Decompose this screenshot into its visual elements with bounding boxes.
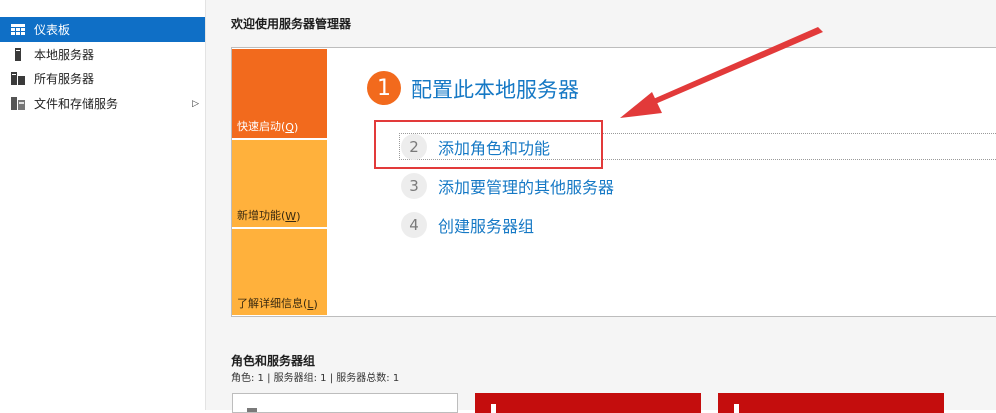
step-number-badge: 3 <box>401 173 427 199</box>
tile-label-suffix: ) <box>296 210 301 223</box>
step-1-configure-local-server-link[interactable]: 配置此本地服务器 <box>411 74 579 104</box>
dashboard-grid-icon <box>11 23 25 37</box>
tile-label: 新增功能( <box>237 209 286 222</box>
sidebar-item-label: 本地服务器 <box>34 48 95 62</box>
sidebar-item-all-servers[interactable]: 所有服务器 <box>0 66 205 91</box>
step-label: 添加要管理的其他服务器 <box>438 178 615 197</box>
annotation-highlight-box <box>374 120 603 169</box>
card-icon <box>247 408 257 412</box>
step-4-create-server-group-link[interactable]: 4 创建服务器组 <box>401 212 534 238</box>
tile-whats-new[interactable]: 新增功能(W) <box>232 140 327 227</box>
card-icon <box>734 404 739 413</box>
step-number-badge: 4 <box>401 212 427 238</box>
tile-quick-start[interactable]: 快速启动(Q) <box>232 49 327 138</box>
role-card[interactable] <box>232 393 458 413</box>
tile-label: 了解详细信息( <box>237 297 308 310</box>
roles-section-title: 角色和服务器组 <box>231 354 316 368</box>
step-label: 创建服务器组 <box>438 217 535 236</box>
tile-accesskey: Q <box>285 121 294 134</box>
sidebar-item-label: 所有服务器 <box>34 72 95 86</box>
card-icon <box>491 404 496 413</box>
sidebar-navigation: 仪表板 本地服务器 所有服务器 文件和存储服务 ▷ <box>0 0 205 410</box>
tile-label-suffix: ) <box>293 121 299 134</box>
sidebar-item-dashboard[interactable]: 仪表板 <box>0 17 205 42</box>
tile-label: 快速启动( <box>237 120 286 133</box>
servers-icon <box>11 72 25 86</box>
tile-accesskey: W <box>285 210 297 223</box>
expand-arrow-icon[interactable]: ▷ <box>192 99 199 109</box>
step-3-add-servers-link[interactable]: 3 添加要管理的其他服务器 <box>401 173 614 199</box>
sidebar-item-file-storage[interactable]: 文件和存储服务 ▷ <box>0 91 205 116</box>
step-1-number-badge: 1 <box>367 71 401 105</box>
welcome-title: 欢迎使用服务器管理器 <box>231 17 352 31</box>
sidebar-item-local-server[interactable]: 本地服务器 <box>0 42 205 67</box>
sidebar-item-label: 仪表板 <box>34 23 71 37</box>
file-storage-icon <box>11 97 25 111</box>
server-icon <box>11 48 25 62</box>
roles-summary: 角色: 1 | 服务器组: 1 | 服务器总数: 1 <box>231 373 400 384</box>
tile-learn-more[interactable]: 了解详细信息(L) <box>232 229 327 315</box>
sidebar-item-label: 文件和存储服务 <box>34 97 119 111</box>
tile-label-suffix: ) <box>313 298 318 311</box>
role-card[interactable] <box>718 393 944 413</box>
role-card[interactable] <box>475 393 701 413</box>
